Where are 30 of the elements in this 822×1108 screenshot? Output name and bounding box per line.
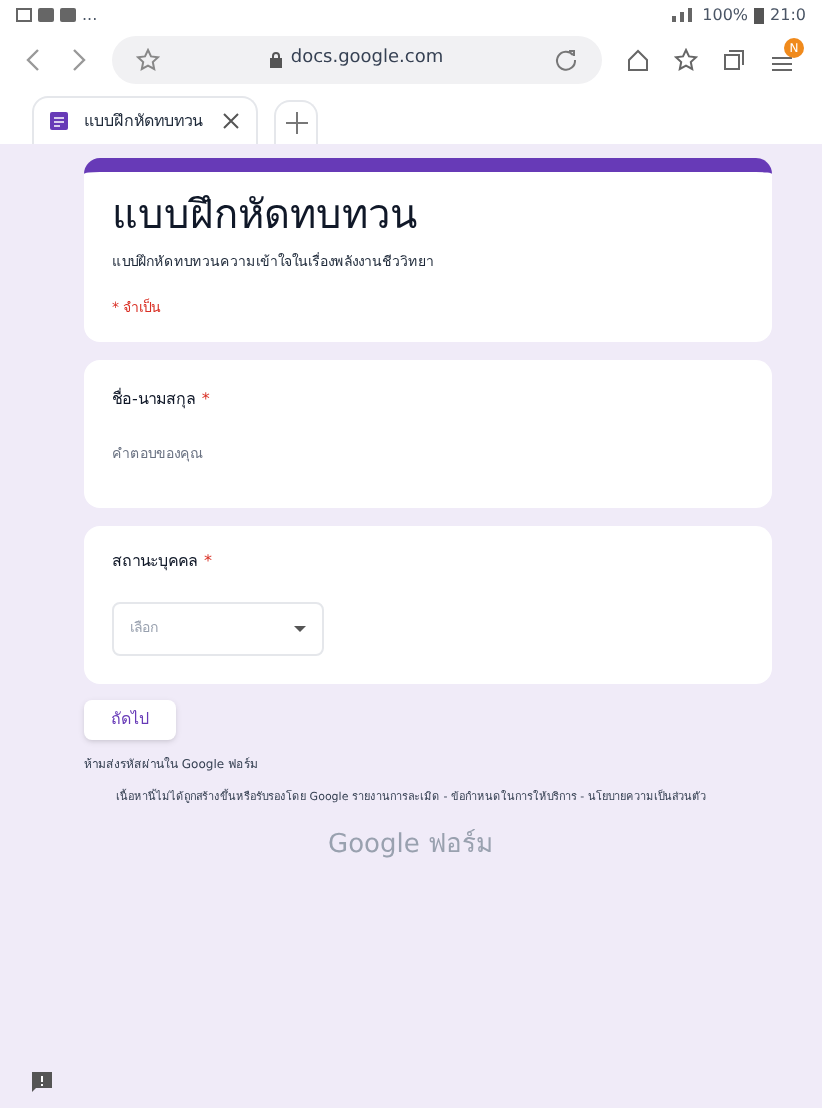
signal-icon (672, 8, 697, 22)
question-label: ชื่อ-นามสกุล (112, 388, 196, 412)
next-button[interactable]: ถัดไป (84, 700, 176, 740)
address-bar[interactable]: docs.google.com (112, 36, 602, 84)
home-icon[interactable] (626, 48, 650, 72)
required-asterisk: * (204, 550, 212, 574)
reload-icon[interactable] (554, 48, 578, 72)
clock: 21:0 (770, 3, 806, 27)
plus-icon (285, 112, 307, 134)
battery-level: 100% (702, 3, 749, 27)
bookmark-star-icon[interactable] (674, 48, 698, 72)
tabs-icon[interactable] (722, 48, 746, 72)
star-icon[interactable] (136, 48, 160, 72)
back-icon[interactable] (24, 48, 44, 72)
image-icon (16, 8, 32, 22)
battery-icon (754, 7, 765, 23)
forms-logo: Google ฟอร์ม (326, 827, 496, 865)
question-label: สถานะบุคคล (112, 550, 198, 574)
menu-icon[interactable] (770, 54, 794, 74)
browser-tab[interactable]: แบบฝึกหัดทบทวน (32, 96, 258, 144)
required-asterisk: * (201, 388, 210, 412)
close-icon[interactable] (222, 112, 240, 130)
caret-icon (294, 626, 306, 632)
forward-icon[interactable] (68, 48, 88, 72)
forms-icon (50, 112, 68, 130)
url-text: docs.google.com (290, 46, 444, 73)
form-title: แบบฝึกหัดทบทวน (112, 188, 420, 242)
lock-icon (270, 52, 283, 68)
notification-overflow: ... (82, 3, 98, 27)
feedback-icon[interactable] (32, 1072, 52, 1092)
